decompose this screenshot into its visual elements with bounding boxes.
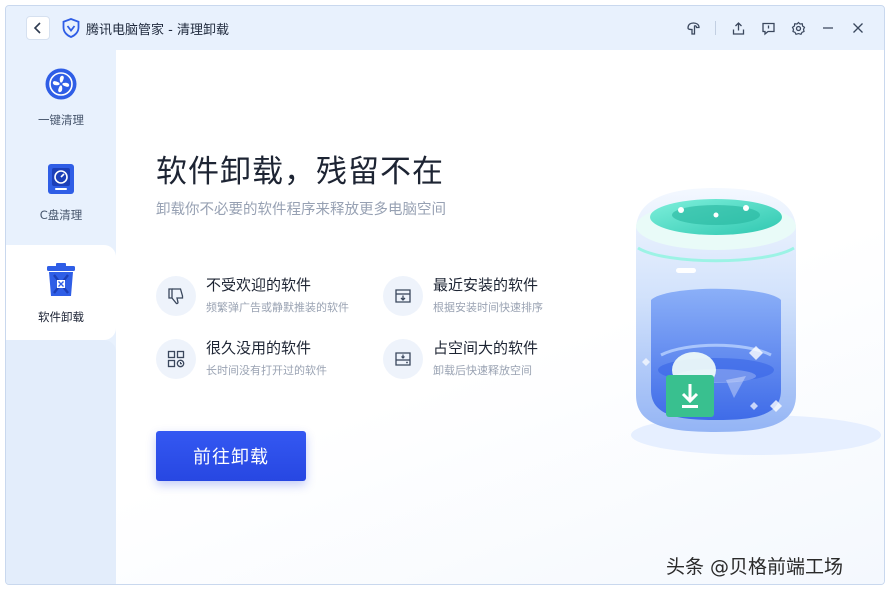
feature-recently-installed: 最近安装的软件 根据安装时间快速排序 xyxy=(383,272,603,322)
feature-title: 占空间大的软件 xyxy=(433,339,539,357)
feature-description: 根据安装时间快速排序 xyxy=(433,301,543,314)
go-uninstall-button[interactable]: 前往卸载 xyxy=(156,431,306,481)
uninstall-illustration xyxy=(631,188,881,455)
sidebar-item-label: C盘清理 xyxy=(39,208,83,222)
settings-icon xyxy=(791,21,805,35)
page-subtitle: 卸载你不必要的软件程序来释放更多电脑空间 xyxy=(156,202,446,218)
sidebar-item-c-disk-clean[interactable]: C盘清理 xyxy=(6,145,116,240)
main-panel: 软件卸载，残留不在 卸载你不必要的软件程序来释放更多电脑空间 不受欢迎的软件 频… xyxy=(116,50,884,584)
feature-large-size: 占空间大的软件 卸载后快速释放空间 xyxy=(383,335,603,385)
fan-clean-icon xyxy=(45,68,77,100)
inbox-download-icon xyxy=(395,289,411,303)
skin-icon xyxy=(686,21,700,35)
feature-long-unused: 很久没用的软件 长时间没有打开过的软件 xyxy=(156,335,376,385)
disk-clean-icon xyxy=(48,164,74,194)
close-button[interactable] xyxy=(848,18,868,38)
shield-logo-icon xyxy=(62,18,80,38)
chevron-left-icon xyxy=(33,22,41,34)
hard-drive-icon xyxy=(395,352,411,366)
close-icon xyxy=(853,23,863,33)
skin-button[interactable] xyxy=(683,18,703,38)
window-controls xyxy=(683,16,868,40)
sidebar-item-software-uninstall[interactable]: 软件卸载 xyxy=(6,245,116,340)
sidebar-empty-area xyxy=(6,340,116,584)
sidebar-item-one-click-clean[interactable]: 一键清理 xyxy=(6,50,116,145)
feedback-icon xyxy=(761,22,775,35)
share-button[interactable] xyxy=(728,18,748,38)
feature-title: 最近安装的软件 xyxy=(433,276,539,294)
settings-button[interactable] xyxy=(788,18,808,38)
page-title: 软件卸载，残留不在 xyxy=(156,154,444,190)
thumbs-down-icon xyxy=(168,288,184,305)
feature-unwanted-software: 不受欢迎的软件 频繁弹广告或静默推装的软件 xyxy=(156,272,376,322)
app-window: 腾讯电脑管家 - 清理卸载 一键清理 C盘清理 软件卸载 软件卸载，残留不在 卸… xyxy=(5,5,885,585)
sidebar-item-label: 软件卸载 xyxy=(38,310,84,324)
minimize-button[interactable] xyxy=(818,18,838,38)
feature-description: 卸载后快速释放空间 xyxy=(433,364,532,377)
divider xyxy=(715,21,716,35)
feature-description: 长时间没有打开过的软件 xyxy=(206,364,327,377)
feature-title: 很久没用的软件 xyxy=(206,339,312,357)
share-icon xyxy=(732,21,744,35)
watermark-text: 头条 @贝格前端工场 xyxy=(666,556,844,578)
feature-title: 不受欢迎的软件 xyxy=(206,276,312,294)
feature-description: 频繁弹广告或静默推装的软件 xyxy=(206,301,349,314)
minimize-icon xyxy=(823,27,833,29)
feedback-button[interactable] xyxy=(758,18,778,38)
back-button[interactable] xyxy=(26,16,50,40)
window-title: 腾讯电脑管家 - 清理卸载 xyxy=(86,23,229,38)
trash-uninstall-icon xyxy=(47,263,75,296)
sidebar: 一键清理 C盘清理 软件卸载 xyxy=(6,50,116,584)
title-bar: 腾讯电脑管家 - 清理卸载 xyxy=(6,6,884,50)
sidebar-item-label: 一键清理 xyxy=(38,113,84,127)
apps-clock-icon xyxy=(167,350,185,368)
